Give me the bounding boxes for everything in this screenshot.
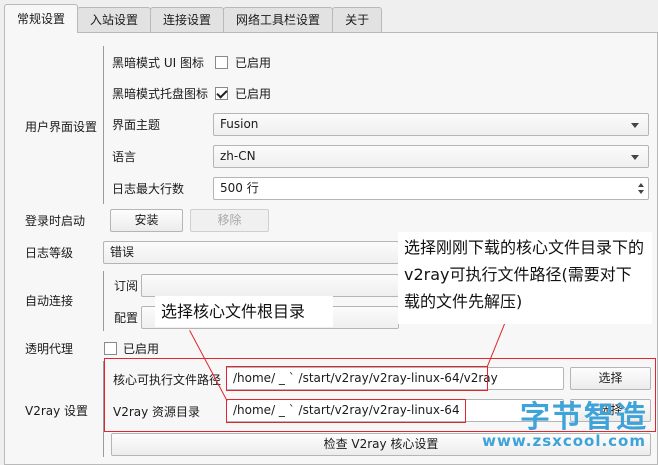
dark-ui-icon-check-label: 已启用 [235,56,272,70]
log-level-value: 错误 [110,245,135,259]
v2ray-settings-label: V2ray 设置 [25,404,89,418]
core-file-annotation: 选择刚刚下载的核心文件目录下的v2ray可执行文件路径(需要对下载的文件先解压) [398,232,652,324]
tab-inbound[interactable]: 入站设置 [77,7,152,33]
dark-ui-icon-label: 黑暗模式 UI 图标 [112,56,204,70]
watermark-logo: 字节智造 [520,400,648,435]
assets-dir-highlight [226,399,466,423]
log-level-select[interactable]: 错误 [103,241,399,264]
tab-connection[interactable]: 连接设置 [150,7,225,33]
auto-connect-label: 自动连接 [25,294,74,308]
theme-value: Fusion [220,117,259,131]
auto-connect-bracket [103,271,104,331]
launch-at-login-label: 登录时启动 [25,214,86,228]
ui-settings-label: 用户界面设置 [25,120,98,134]
log-level-label: 日志等级 [25,246,74,260]
spin-up-icon[interactable] [638,183,644,187]
chevron-down-icon [631,123,639,128]
tab-bar: 常规设置 入站设置 连接设置 网络工具栏设置 关于 [4,4,383,33]
ui-group-bracket [103,46,104,204]
language-value: zh-CN [220,149,256,163]
dark-ui-icon-checkbox[interactable] [215,56,228,69]
tab-about[interactable]: 关于 [332,7,383,33]
dark-tray-icon-checkbox[interactable] [215,87,228,100]
config-label: 配置 [114,311,139,325]
max-log-lines-spinbox[interactable]: 500 行 [213,177,649,200]
transparent-proxy-label: 透明代理 [25,342,74,356]
tab-general[interactable]: 常规设置 [4,4,79,33]
language-label: 语言 [112,150,137,164]
remove-button[interactable]: 移除 [190,209,269,232]
dark-tray-icon-check-label: 已启用 [235,87,272,101]
max-log-lines-value: 500 行 [220,181,259,195]
core-path-highlight [226,366,488,391]
spin-down-icon[interactable] [638,190,644,194]
theme-select[interactable]: Fusion [213,113,649,136]
max-log-lines-label: 日志最大行数 [112,182,185,196]
root-dir-annotation: 选择核心文件根目录 [155,296,333,327]
subscription-select[interactable] [141,274,399,297]
subscription-label: 订阅 [114,279,139,293]
chevron-down-icon [631,155,639,160]
install-button[interactable]: 安装 [110,209,183,232]
tab-network-toolbar[interactable]: 网络工具栏设置 [223,7,334,33]
transparent-proxy-checkbox[interactable] [104,342,117,355]
language-select[interactable]: zh-CN [213,145,649,168]
watermark-url: www.zsxcool.com [482,432,646,450]
dark-tray-icon-label: 黑暗模式托盘图标 [112,87,209,101]
theme-label: 界面主题 [112,118,161,132]
transparent-proxy-check-label: 已启用 [123,342,160,356]
